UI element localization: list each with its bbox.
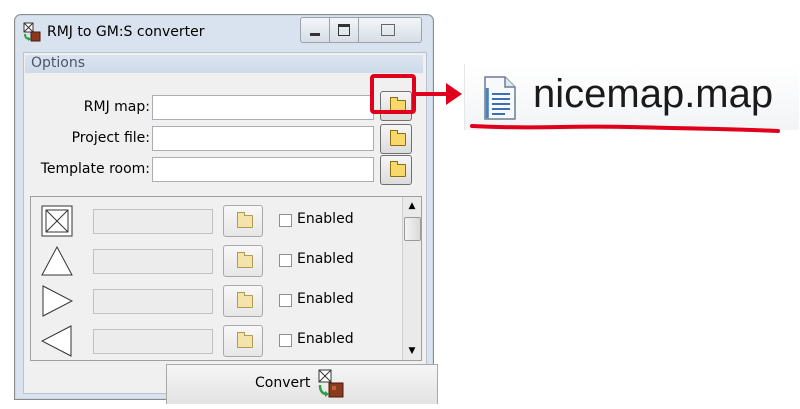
options-title: Options xyxy=(31,55,86,71)
folder-icon xyxy=(237,332,253,348)
triangle-left-icon xyxy=(41,325,72,357)
maximize-icon[interactable] xyxy=(330,18,359,42)
template-room-browse-button[interactable] xyxy=(380,155,412,185)
crossed-square-icon xyxy=(41,205,73,237)
scroll-up-icon[interactable]: ▲ xyxy=(403,197,421,215)
rmj-map-label: RMJ map: xyxy=(83,99,150,115)
template-room-field[interactable] xyxy=(152,157,374,182)
rule-browse-button[interactable] xyxy=(223,245,263,277)
minimize-icon[interactable] xyxy=(301,18,330,42)
window-controls xyxy=(300,17,422,43)
enabled-checkbox[interactable] xyxy=(279,334,292,347)
converter-window: RMJ to GM:S converter Options RMJ map: P… xyxy=(14,14,438,404)
triangle-up-icon xyxy=(41,245,73,276)
convert-icon xyxy=(318,369,344,398)
rule-path-field[interactable] xyxy=(93,289,213,314)
folder-icon xyxy=(390,161,406,177)
project-file-label: Project file: xyxy=(71,130,150,146)
document-icon xyxy=(484,76,516,120)
enabled-label: Enabled xyxy=(297,251,354,267)
close-icon[interactable] xyxy=(359,18,421,42)
folder-icon xyxy=(237,292,253,308)
folder-icon xyxy=(390,130,406,146)
project-file-browse-button[interactable] xyxy=(380,124,412,154)
app-icon xyxy=(23,22,41,42)
rule-browse-button[interactable] xyxy=(223,325,263,357)
project-file-field[interactable] xyxy=(152,126,374,151)
enabled-label: Enabled xyxy=(297,291,354,307)
rules-list[interactable]: Enabled Enabled Enabled Enabled ▲ ▼ xyxy=(30,196,422,361)
client-area: Options RMJ map: Project file: Template … xyxy=(23,52,438,404)
window-title: RMJ to GM:S converter xyxy=(47,24,205,40)
rule-browse-button[interactable] xyxy=(223,285,263,317)
folder-icon xyxy=(237,252,253,268)
scroll-thumb[interactable] xyxy=(404,217,421,241)
rule-browse-button[interactable] xyxy=(223,205,263,237)
rules-scrollbar[interactable]: ▲ ▼ xyxy=(402,197,421,360)
enabled-checkbox[interactable] xyxy=(279,294,292,307)
title-bar[interactable]: RMJ to GM:S converter xyxy=(15,15,433,51)
rule-path-field[interactable] xyxy=(93,249,213,274)
scroll-down-icon[interactable]: ▼ xyxy=(403,342,421,360)
triangle-right-icon xyxy=(42,285,73,317)
enabled-checkbox[interactable] xyxy=(279,254,292,267)
convert-label: Convert xyxy=(255,375,311,391)
convert-button[interactable]: Convert xyxy=(166,364,438,404)
folder-icon xyxy=(237,212,253,228)
template-room-label: Template room: xyxy=(40,161,150,177)
enabled-checkbox[interactable] xyxy=(279,214,292,227)
rule-path-field[interactable] xyxy=(93,329,213,354)
file-name: nicemap.map xyxy=(533,72,774,116)
arrow-icon xyxy=(416,83,462,105)
rmj-map-field[interactable] xyxy=(152,95,374,120)
enabled-label: Enabled xyxy=(297,211,354,227)
options-group-header[interactable]: Options xyxy=(25,55,423,73)
red-underline xyxy=(470,124,780,133)
rule-path-field[interactable] xyxy=(93,209,213,234)
enabled-label: Enabled xyxy=(297,331,354,347)
highlight-box xyxy=(370,74,416,114)
